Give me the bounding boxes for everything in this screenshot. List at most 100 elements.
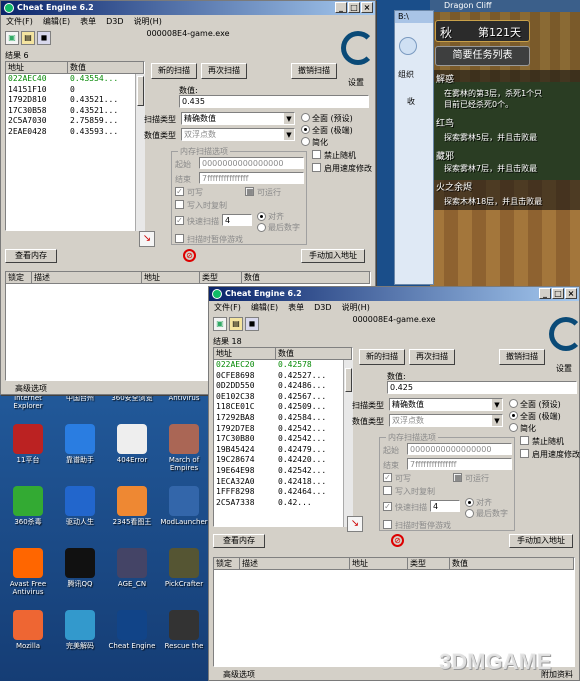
result-row[interactable]: 1ECA32A0 0.42418... [214,477,352,488]
end-address-input[interactable]: 7fffffffffffffff [407,458,512,470]
close-button[interactable]: × [361,2,373,13]
result-row[interactable]: 17C30B58 0.43521... [6,106,144,117]
desktop-icon-label[interactable]: Internet Explorer [2,394,54,410]
simple-radio[interactable] [301,137,310,146]
results-scrollbar[interactable] [135,74,145,231]
result-row[interactable]: 1792D810 0.43521... [6,95,144,106]
desktop-icon-label[interactable]: 360安全浏览 [106,394,158,402]
arrow-icon[interactable]: ↘ [347,516,363,532]
col-value[interactable]: 数值 [68,62,144,73]
result-row[interactable]: 1792D7E8 0.42542... [214,424,352,435]
col-lock[interactable]: 锁定 [214,558,240,569]
desktop-shortcut[interactable]: AGE_CN [106,548,158,588]
minimize-button[interactable]: _ [335,2,347,13]
menu-item[interactable]: 编辑(E) [43,15,70,28]
desktop-shortcut[interactable]: 腾讯QQ [54,548,106,588]
menu-item[interactable]: D3D [106,15,123,28]
col-description[interactable]: 描述 [240,558,350,569]
menu-item[interactable]: 文件(F) [6,15,33,28]
menu-item[interactable]: 表单 [288,301,304,314]
result-row[interactable]: 022AEC40 0.43554... [6,74,144,85]
memory-view-button[interactable]: 查看内存 [5,249,57,263]
desktop-shortcut[interactable]: Avast Free Antivirus [2,548,54,596]
arrow-icon[interactable]: ↘ [139,231,155,247]
fast-scan-input[interactable]: 4 [430,500,460,512]
result-row[interactable]: 2C5A7030 2.75859... [6,116,144,127]
desktop-shortcut[interactable]: 360杀毒 [2,486,54,526]
stop-icon[interactable]: ⊘ [183,249,196,262]
value-input[interactable]: 0.435 [179,95,369,108]
desktop-icon-label[interactable]: 中国台州 [54,394,106,402]
desktop-shortcut[interactable]: 11平台 [2,424,54,464]
result-row[interactable]: 2C5A7338 0.42... [214,498,352,509]
value-type-select[interactable]: 双浮点数 ▼ [389,414,503,427]
settings-link[interactable]: 设置 [556,363,572,374]
maximize-button[interactable]: □ [348,2,360,13]
cheat-engine-window-2[interactable]: Cheat Engine 6.2 _ □ × 文件(F) 编辑(E) 表单 D3D 说明(H… [208,286,580,681]
col-value[interactable]: 数值 [276,348,352,359]
pause-checkbox[interactable] [383,520,392,529]
fast-scan-input[interactable]: 4 [222,214,252,226]
desktop-shortcut[interactable]: Mozilla [2,610,54,650]
speedhack-checkbox[interactable] [312,163,321,172]
result-row[interactable]: 0D2DD550 0.42486... [214,381,352,392]
all-default-radio[interactable] [509,399,518,408]
chevron-down-icon[interactable]: ▼ [492,415,502,426]
close-button[interactable]: × [565,288,577,299]
scan-type-select[interactable]: 精确数值 ▼ [181,112,295,125]
desktop-shortcut[interactable]: 完美解码 [54,610,106,650]
menu-item[interactable]: 说明(H) [134,15,162,28]
align-radio[interactable] [257,212,266,221]
start-address-input[interactable]: 0000000000000000 [199,157,304,169]
simple-radio[interactable] [509,423,518,432]
result-row[interactable]: 19B45424 0.42479... [214,445,352,456]
chevron-down-icon[interactable]: ▼ [492,399,502,410]
scan-type-select[interactable]: 精确数值 ▼ [389,398,503,411]
maximize-button[interactable]: □ [552,288,564,299]
value-type-select[interactable]: 双浮点数 ▼ [181,128,295,141]
add-address-button[interactable]: 手动加入地址 [301,249,365,263]
advanced-options-button[interactable]: 高级选项 [223,669,255,680]
col-type[interactable]: 类型 [200,272,242,283]
all-default-radio[interactable] [301,113,310,122]
col-value[interactable]: 数值 [450,558,574,569]
stop-icon[interactable]: ⊘ [391,534,404,547]
chevron-down-icon[interactable]: ▼ [284,113,294,124]
favorites-item[interactable]: 收 [395,96,433,107]
writable-checkbox[interactable]: ✓ [383,473,392,482]
result-row[interactable]: 2EAE0428 0.43593... [6,127,144,138]
advanced-options-button[interactable]: 高级选项 [15,383,47,394]
fast-scan-checkbox[interactable]: ✓ [175,216,184,225]
title-bar[interactable]: Cheat Engine 6.2 _ □ × [209,287,579,301]
copy-on-write-checkbox[interactable] [383,486,392,495]
speedhack-checkbox[interactable] [520,449,529,458]
result-row[interactable]: 1FFF8298 0.42464... [214,487,352,498]
no-random-checkbox[interactable] [520,436,529,445]
menu-item[interactable]: 编辑(E) [251,301,278,314]
result-row[interactable]: 118CE01C 0.42509... [214,402,352,413]
game-window[interactable]: Dragon Cliff 秋 第121天 简要任务列表 解惑 在雾林的第3层，杀死… [430,0,580,290]
col-lock[interactable]: 锁定 [6,272,32,283]
chevron-down-icon[interactable]: ▼ [284,129,294,140]
align-radio[interactable] [465,498,474,507]
desktop-shortcut[interactable]: Cheat Engine [106,610,158,650]
pause-checkbox[interactable] [175,234,184,243]
writable-checkbox[interactable]: ✓ [175,187,184,196]
all-extreme-radio[interactable] [301,125,310,134]
desktop-shortcut[interactable]: 404Error [106,424,158,464]
task-list-button[interactable]: 简要任务列表 [435,46,530,66]
memory-view-button[interactable]: 查看内存 [213,534,265,548]
col-address[interactable]: 地址 [142,272,200,283]
settings-link[interactable]: 设置 [348,77,364,88]
results-list[interactable]: 地址 数值 022AEC20 0.42578 0CFE8698 0.42527... 0D… [213,347,353,527]
undo-scan-button[interactable]: 撤销扫描 [291,63,337,79]
start-address-input[interactable]: 0000000000000000 [407,443,512,455]
desktop-shortcut[interactable]: ModLauncher [158,486,210,526]
end-address-input[interactable]: 7fffffffffffffff [199,172,304,184]
col-address[interactable]: 地址 [214,348,276,359]
result-row[interactable]: 17292BA8 0.42584... [214,413,352,424]
results-scrollbar[interactable] [343,360,353,527]
col-address[interactable]: 地址 [6,62,68,73]
result-row[interactable]: 0CFE8698 0.42527... [214,371,352,382]
desktop-shortcut[interactable]: 靠谱助手 [54,424,106,464]
